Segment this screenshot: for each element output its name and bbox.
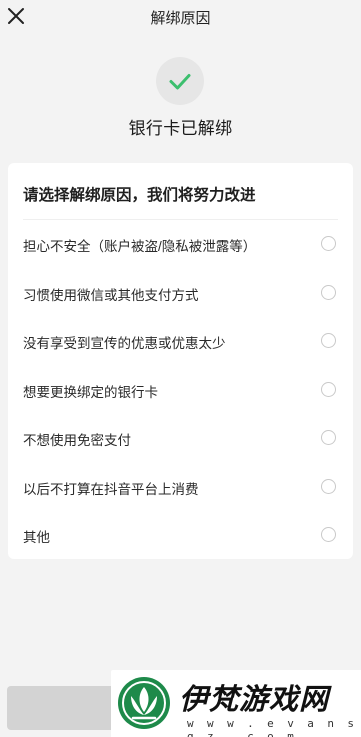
check-icon (169, 74, 191, 90)
reason-option-label: 习惯使用微信或其他支付方式 (23, 287, 199, 303)
reason-radio[interactable] (321, 284, 336, 300)
reason-list: 担心不安全（账户被盗/隐私被泄露等） 习惯使用微信或其他支付方式 没有享受到宣传… (8, 219, 353, 559)
reason-radio[interactable] (321, 527, 336, 542)
unbind-reason-page: 解绑原因 银行卡已解绑 请选择解绑原因，我们将努力改进 担心不安全（账户被盗/隐… (0, 0, 361, 737)
reason-radio[interactable] (321, 381, 336, 397)
reason-radio[interactable] (321, 430, 336, 445)
lotus-logo-icon (118, 677, 170, 729)
watermark: 伊梵游戏网 w w w . e v a n s g z . c o m (111, 670, 361, 737)
reason-option-label: 想要更换绑定的银行卡 (23, 384, 158, 400)
reason-option-label: 没有享受到宣传的优惠或优惠太少 (23, 336, 226, 351)
reason-option[interactable]: 习惯使用微信或其他支付方式 (8, 268, 353, 317)
page-title: 解绑原因 (150, 10, 211, 27)
reason-option[interactable]: 想要更换绑定的银行卡 (8, 365, 353, 414)
reason-option-label: 担心不安全（账户被盗/隐私被泄露等） (23, 239, 257, 254)
unbind-success-text: 银行卡已解绑 (128, 119, 233, 138)
watermark-url: w w w . e v a n s g z . c o m (187, 717, 358, 737)
reason-option-label: 不想使用免密支付 (23, 433, 131, 448)
reason-option[interactable]: 没有享受到宣传的优惠或优惠太少 (8, 316, 353, 365)
reason-card: 请选择解绑原因，我们将努力改进 担心不安全（账户被盗/隐私被泄露等） 习惯使用微… (8, 163, 353, 559)
success-badge (156, 57, 204, 105)
reason-option-label: 以后不打算在抖音平台上消费 (23, 481, 199, 497)
watermark-name: 伊梵游戏网 (179, 682, 330, 716)
reason-option[interactable]: 其他 (8, 510, 353, 559)
reason-card-title: 请选择解绑原因，我们将努力改进 (23, 187, 256, 204)
reason-option[interactable]: 不想使用免密支付 (8, 413, 353, 462)
reason-option-label: 其他 (23, 530, 50, 545)
reason-radio[interactable] (321, 236, 336, 251)
reason-option[interactable]: 担心不安全（账户被盗/隐私被泄露等） (8, 219, 353, 268)
reason-radio[interactable] (321, 478, 336, 494)
reason-radio[interactable] (321, 333, 336, 348)
reason-option[interactable]: 以后不打算在抖音平台上消费 (8, 462, 353, 511)
top-bar: 解绑原因 (0, 0, 361, 34)
